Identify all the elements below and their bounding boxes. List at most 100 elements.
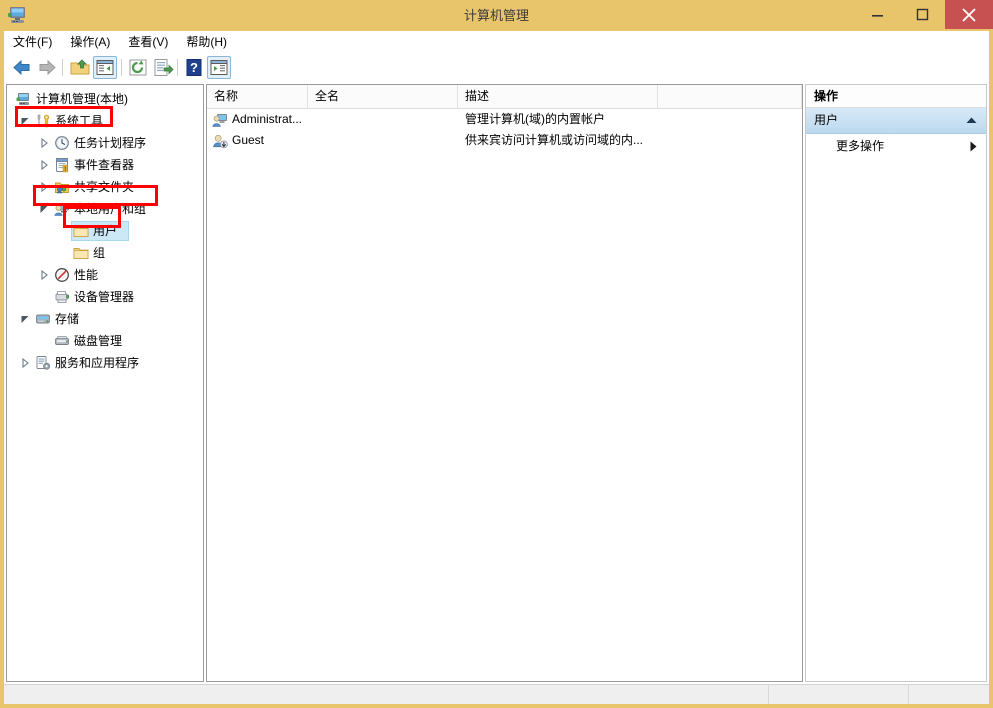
tree-item-label: 设备管理器 (74, 286, 134, 308)
device-manager-icon (54, 289, 70, 305)
tree-item-event-viewer[interactable]: ! 事件查看器 (7, 154, 203, 176)
twisty-collapsed-icon[interactable] (18, 352, 32, 374)
tree-item-label: 事件查看器 (74, 154, 134, 176)
maximize-button[interactable] (900, 0, 945, 29)
action-more-actions[interactable]: 更多操作 (806, 134, 986, 158)
storage-icon (35, 311, 51, 327)
action-group-users[interactable]: 用户 (806, 108, 986, 134)
table-row[interactable]: Administrat... 管理计算机(域)的内置帐户 (207, 109, 802, 130)
folder-icon (73, 223, 89, 239)
close-button[interactable] (945, 0, 993, 29)
minimize-button[interactable] (855, 0, 900, 29)
twisty-expanded-icon[interactable] (18, 308, 32, 330)
tree-item-storage[interactable]: 存储 (7, 308, 203, 330)
tree-item-performance[interactable]: 性能 (7, 264, 203, 286)
twisty-expanded-icon[interactable] (37, 198, 51, 220)
tree-item-device-manager[interactable]: 设备管理器 (7, 286, 203, 308)
tree-item-label: 共享文件夹 (74, 176, 134, 198)
tree-item-label: 任务计划程序 (74, 132, 146, 154)
list-view-pane: 名称全名描述 Administrat... 管理计算机(域)的内置帐户 Guest 供… (206, 84, 803, 682)
system-tools-icon (35, 113, 51, 129)
twisty-collapsed-icon[interactable] (37, 154, 51, 176)
shared-folders-icon (54, 179, 70, 195)
tree-item-users[interactable]: 用户 (7, 220, 203, 242)
tree-item-groups[interactable]: 组 (7, 242, 203, 264)
actions-pane-title: 操作 (806, 85, 986, 108)
svg-text:?: ? (190, 60, 198, 75)
action-group-label: 用户 (814, 113, 838, 127)
column-name[interactable]: 名称 (207, 85, 308, 108)
menu-action[interactable]: 操作(A) (61, 31, 119, 53)
window-title: 计算机管理 (0, 0, 993, 31)
title-bar: 计算机管理 (0, 0, 993, 31)
chevron-right-icon (970, 134, 977, 158)
performance-icon (54, 267, 70, 283)
twisty-expanded-icon[interactable] (18, 110, 32, 132)
status-segment-2 (908, 685, 990, 704)
cell-full-name (315, 109, 456, 130)
event-viewer-icon: ! (54, 157, 70, 173)
user-disabled-icon (212, 133, 228, 149)
chevron-up-icon[interactable] (966, 108, 977, 133)
tree-item-label: 磁盘管理 (74, 330, 122, 352)
status-segment-1 (768, 685, 909, 704)
twisty-collapsed-icon[interactable] (37, 264, 51, 286)
computer-icon (16, 91, 32, 107)
panels-container: 计算机管理(本地)系统工具任务计划程序!事件查看器共享文件夹本地用户和组用户组性… (4, 82, 989, 684)
cell-full-name (315, 130, 456, 151)
actions-pane: 操作 用户 更多操作 (805, 84, 987, 682)
console-tree: 计算机管理(本地)系统工具任务计划程序! 事件查看器共享文件夹本地用户和组用户组性… (7, 85, 203, 374)
column-extra[interactable] (658, 85, 802, 108)
tree-item-disk-management[interactable]: 磁盘管理 (7, 330, 203, 352)
toolbar: ? (4, 53, 989, 83)
cell-name: Administrat... (232, 109, 308, 130)
export-list-button[interactable] (151, 56, 175, 79)
cell-name: Guest (232, 130, 308, 151)
back-button[interactable] (10, 56, 34, 79)
menu-view[interactable]: 查看(V) (119, 31, 177, 53)
console-tree-pane: 计算机管理(本地)系统工具任务计划程序! 事件查看器共享文件夹本地用户和组用户组性… (6, 84, 204, 682)
show-action-pane-button[interactable] (207, 56, 231, 79)
services-icon (35, 355, 51, 371)
menu-help[interactable]: 帮助(H) (177, 31, 236, 53)
tree-item-local-users-and-groups[interactable]: 本地用户和组 (7, 198, 203, 220)
tree-item-label: 存储 (55, 308, 79, 330)
tree-item-system-tools[interactable]: 系统工具 (7, 110, 203, 132)
up-folder-button[interactable] (68, 56, 92, 79)
svg-text:!: ! (64, 167, 66, 173)
folder-icon (73, 245, 89, 261)
tree-item-label: 本地用户和组 (74, 198, 146, 220)
cell-description: 管理计算机(域)的内置帐户 (465, 109, 785, 130)
column-full-name[interactable]: 全名 (308, 85, 458, 108)
tree-item-label: 服务和应用程序 (55, 352, 139, 374)
tree-item-label: 性能 (74, 264, 98, 286)
menu-bar: 文件(F) 操作(A) 查看(V) 帮助(H) (4, 31, 989, 53)
tree-item-services-and-applications[interactable]: 服务和应用程序 (7, 352, 203, 374)
tree-item-label: 计算机管理(本地) (36, 88, 128, 110)
tree-item-computer-management[interactable]: 计算机管理(本地) (7, 88, 203, 110)
tree-item-label: 用户 (93, 220, 117, 242)
cell-description: 供来宾访问计算机或访问域的内... (465, 130, 785, 151)
local-users-icon (54, 201, 70, 217)
forward-button[interactable] (35, 56, 59, 79)
disk-management-icon (54, 333, 70, 349)
show-hide-tree-button[interactable] (93, 56, 117, 79)
status-bar (4, 684, 989, 704)
table-row[interactable]: Guest 供来宾访问计算机或访问域的内... (207, 130, 802, 151)
help-button[interactable]: ? (182, 56, 206, 79)
toolbar-separator-3 (177, 59, 178, 76)
tree-item-shared-folders[interactable]: 共享文件夹 (7, 176, 203, 198)
computer-management-window: 计算机管理 文件(F) 操作(A) 查看(V) 帮助(H) (0, 0, 993, 708)
twisty-collapsed-icon[interactable] (37, 176, 51, 198)
toolbar-separator-2 (121, 59, 122, 76)
column-description[interactable]: 描述 (458, 85, 658, 108)
toolbar-separator-1 (62, 59, 63, 76)
menu-file[interactable]: 文件(F) (4, 31, 61, 53)
user-icon (212, 112, 228, 128)
list-column-headers: 名称全名描述 (207, 85, 802, 109)
list-view-body: Administrat... 管理计算机(域)的内置帐户 Guest 供来宾访问计算机… (207, 109, 802, 151)
action-item-label: 更多操作 (836, 139, 884, 153)
tree-item-task-scheduler[interactable]: 任务计划程序 (7, 132, 203, 154)
twisty-collapsed-icon[interactable] (37, 132, 51, 154)
refresh-button[interactable] (126, 56, 150, 79)
